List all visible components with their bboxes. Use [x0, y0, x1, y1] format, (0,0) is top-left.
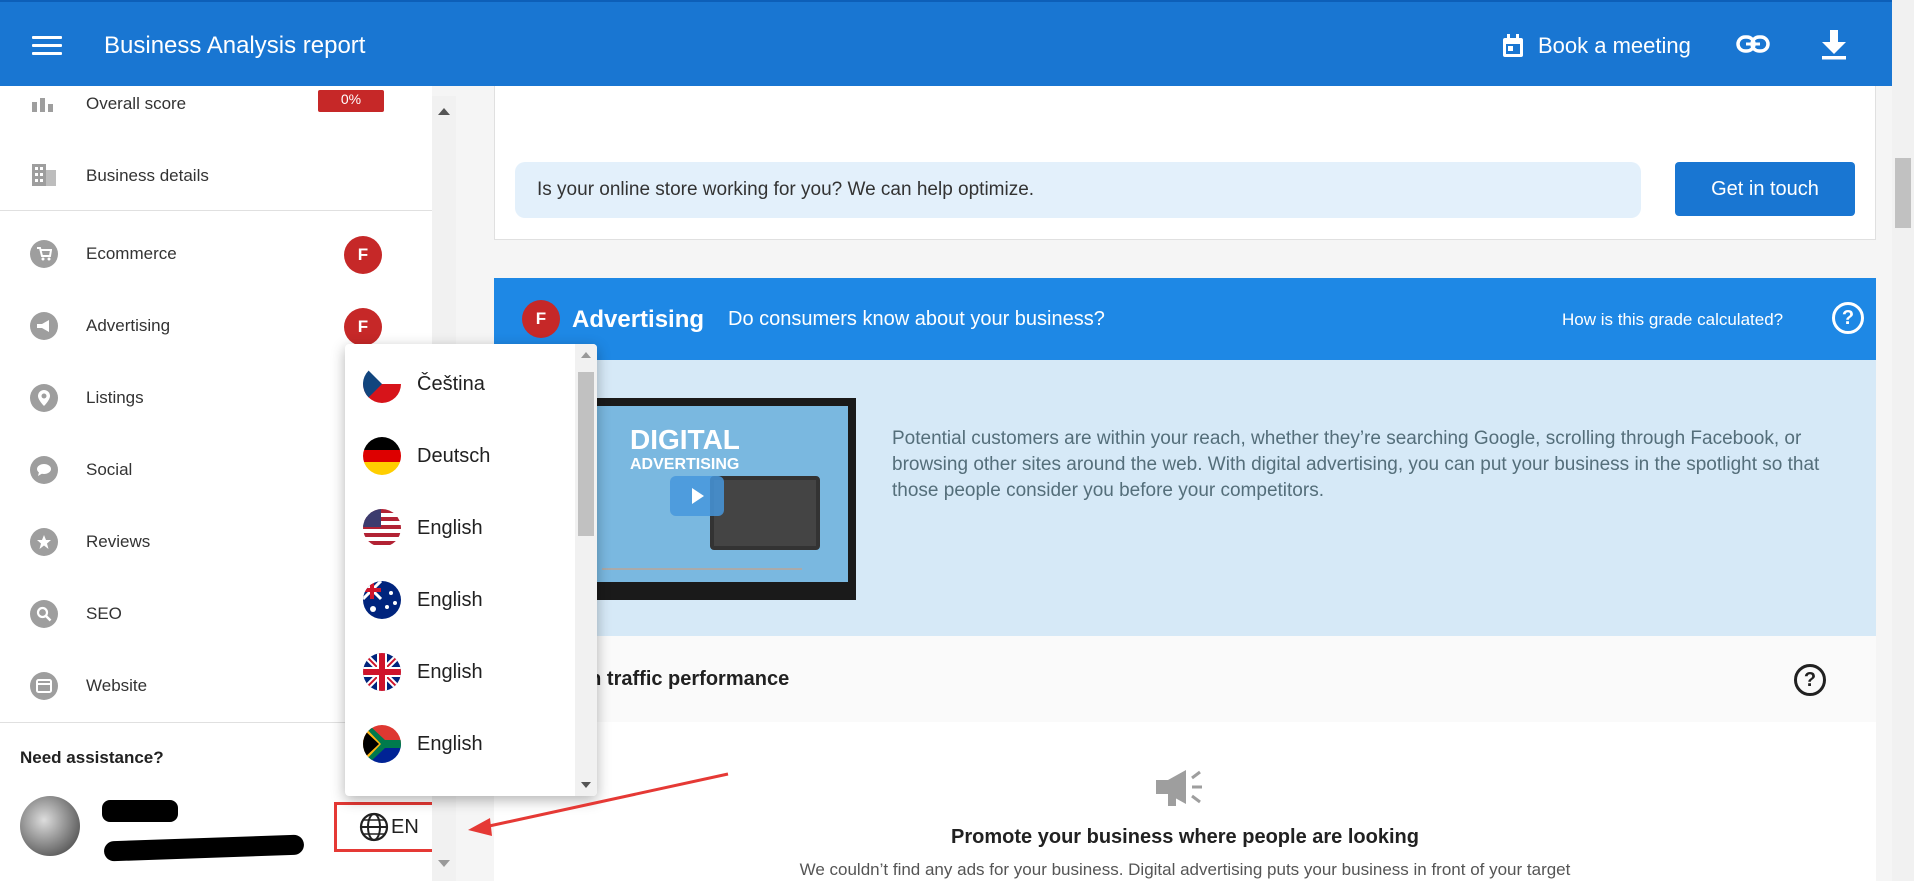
language-label: Čeština [417, 372, 485, 395]
promo-banner: Is your online store working for you? We… [515, 162, 1641, 218]
language-option-english-us[interactable]: English [345, 492, 573, 564]
link-icon[interactable] [1736, 32, 1770, 56]
page-title: Business Analysis report [104, 32, 366, 59]
chat-icon [30, 456, 58, 484]
advertising-section-header: F Advertising Do consumers know about yo… [494, 278, 1876, 360]
scroll-up-arrow-icon[interactable] [438, 108, 450, 115]
scrollbar-thumb[interactable] [578, 372, 594, 536]
video-title: DIGITAL [630, 424, 740, 455]
language-label: English [417, 732, 483, 755]
laptop-illustration [710, 476, 820, 550]
language-option-english-uk[interactable]: English [345, 636, 573, 708]
video-thumbnail: DIGITAL ADVERTISING [590, 406, 848, 582]
pin-icon [30, 384, 58, 412]
language-label: English [417, 660, 483, 683]
sidebar-item-label: Listings [86, 388, 144, 407]
get-in-touch-button[interactable]: Get in touch [1675, 162, 1855, 216]
browser-icon [30, 672, 58, 700]
grade-calculation-link[interactable]: How is this grade calculated? [1562, 310, 1783, 330]
hamburger-menu-icon[interactable] [32, 36, 62, 56]
language-label: English [417, 588, 483, 611]
sidebar-item-label: Business details [86, 166, 209, 185]
sidebar-item-label: SEO [86, 604, 122, 623]
language-label: English [417, 516, 483, 539]
section-subtitle: Do consumers know about your business? [728, 308, 1105, 330]
south-africa-flag-icon [363, 725, 401, 763]
sidebar-item-label: Reviews [86, 532, 151, 551]
avatar [20, 796, 80, 856]
language-option-english-au[interactable]: English [345, 564, 573, 636]
search-icon [30, 600, 58, 628]
book-meeting-button[interactable]: Book a meeting [1502, 28, 1691, 64]
language-option-german[interactable]: Deutsch [345, 420, 573, 492]
grade-badge: F [344, 308, 382, 346]
play-icon[interactable] [670, 476, 724, 516]
redacted-name [102, 800, 178, 822]
help-icon[interactable]: ? [1794, 664, 1826, 696]
advertising-description: Potential customers are within your reac… [892, 428, 1820, 501]
german-flag-icon [363, 437, 401, 475]
overall-score-badge: 0% [318, 90, 384, 112]
video-progress-bar[interactable] [602, 568, 802, 570]
australia-flag-icon [363, 581, 401, 619]
cart-icon [30, 240, 58, 268]
globe-icon [359, 812, 389, 842]
grade-badge: F [522, 300, 560, 338]
bar-chart-icon [32, 98, 53, 112]
grade-badge: F [344, 236, 382, 274]
megaphone-icon [30, 312, 58, 340]
megaphone-icon [1156, 770, 1202, 806]
uk-flag-icon [363, 653, 401, 691]
sidebar-item-label: Website [86, 676, 148, 695]
building-icon [32, 164, 56, 186]
language-label: Deutsch [417, 444, 491, 467]
sidebar-item-label: Ecommerce [86, 244, 177, 263]
page-scrollbar[interactable] [1892, 0, 1914, 881]
scroll-down-arrow-icon[interactable] [438, 860, 450, 867]
main-content: Is your online store working for you? We… [470, 86, 1882, 881]
language-dropdown: Čeština Deutsch English English English … [345, 344, 597, 796]
sidebar-divider [0, 210, 432, 211]
sidebar-item-label: Overall score [86, 94, 187, 113]
annotation-arrow-icon [468, 772, 729, 836]
sidebar-item-label: Advertising [86, 316, 171, 335]
language-code: EN [391, 815, 419, 838]
search-traffic-header: earch traffic performance ? [494, 636, 1876, 722]
book-meeting-label: Book a meeting [1538, 33, 1691, 58]
sidebar-item-overall-score[interactable]: Overall score 0% [0, 86, 432, 132]
dropdown-scrollbar[interactable] [575, 344, 597, 796]
language-option-czech[interactable]: Čeština [345, 348, 573, 420]
calendar-icon [1503, 34, 1523, 57]
help-icon[interactable]: ? [1832, 302, 1864, 334]
advertising-body: DIGITAL ADVERTISING Potential customers … [494, 360, 1876, 636]
czech-flag-icon [363, 365, 401, 403]
scroll-up-arrow-icon[interactable] [581, 352, 591, 358]
sidebar-item-ecommerce[interactable]: Ecommerce F [0, 226, 432, 282]
section-title: Advertising [572, 306, 705, 333]
top-app-bar: Business Analysis report Book a meeting [0, 0, 1893, 86]
video-title: ADVERTISING [630, 456, 740, 473]
star-icon [30, 528, 58, 556]
advertising-video[interactable]: DIGITAL ADVERTISING [582, 398, 856, 600]
sidebar-item-business-details[interactable]: Business details [0, 148, 432, 204]
download-icon[interactable] [1822, 30, 1846, 60]
sidebar-item-label: Social [86, 460, 133, 479]
scrollbar-thumb[interactable] [1895, 158, 1911, 228]
us-flag-icon [363, 509, 401, 547]
ecommerce-card: Is your online store working for you? We… [494, 86, 1876, 240]
need-assistance-heading: Need assistance? [20, 748, 164, 767]
